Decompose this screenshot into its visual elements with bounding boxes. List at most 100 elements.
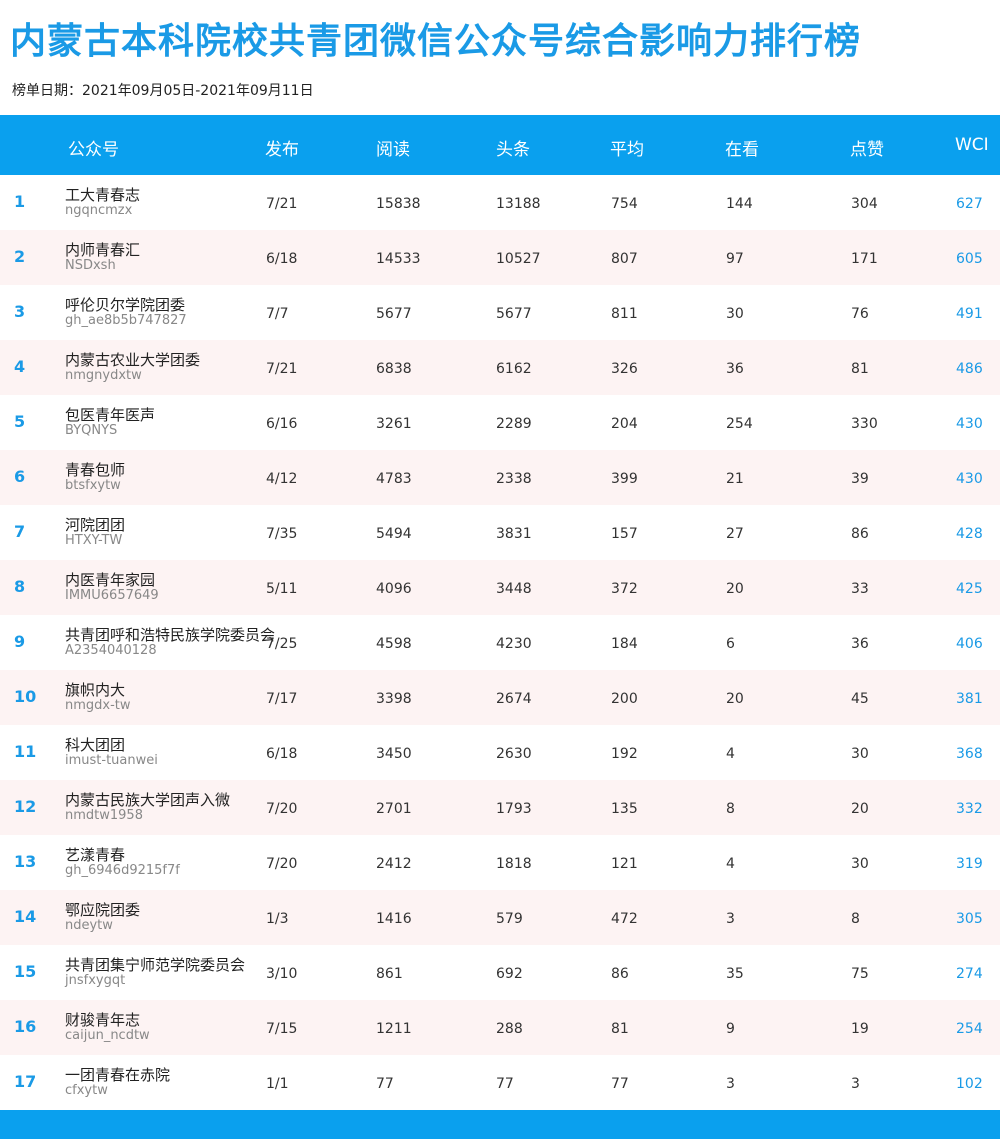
table-body: 1 工大青春志 ngqncmzx 7/21 15838 13188 754 144 304 627… xyxy=(0,175,1000,1110)
rank-number: 11 xyxy=(14,742,37,761)
read-count: 1416 xyxy=(376,911,412,927)
rank-number: 5 xyxy=(14,412,26,431)
table-row: 3 呼伦贝尔学院团委 gh_ae8b5b747827 7/7 5677 5677 811 30… xyxy=(0,285,1000,340)
rank-number: 16 xyxy=(14,1017,37,1036)
account-id: nmgnydxtw xyxy=(65,368,142,383)
headline-read-count: 2338 xyxy=(496,471,532,487)
table-row: 2 内师青春汇 NSDxsh 6/18 14533 10527 807 97 171 605 xyxy=(0,230,1000,285)
publish-count: 7/20 xyxy=(266,856,298,872)
average-read-count: 192 xyxy=(611,746,638,762)
footer-bar xyxy=(0,1110,1000,1139)
table-row: 17 一团青春在赤院 cfxytw 1/1 77 77 77 3 3 102 xyxy=(0,1055,1000,1110)
wci-score: 428 xyxy=(956,526,983,542)
col-header-publish: 发布 xyxy=(265,140,299,160)
wci-score: 332 xyxy=(956,801,983,817)
publish-count: 1/1 xyxy=(266,1076,289,1092)
watching-count: 8 xyxy=(726,801,735,817)
average-read-count: 184 xyxy=(611,636,638,652)
rank-number: 2 xyxy=(14,247,26,266)
watching-count: 27 xyxy=(726,526,744,542)
rank-number: 14 xyxy=(14,907,37,926)
wci-score: 605 xyxy=(956,251,983,267)
headline-read-count: 5677 xyxy=(496,306,532,322)
headline-read-count: 2674 xyxy=(496,691,532,707)
account-name: 旗帜内大 xyxy=(65,681,126,699)
wci-score: 627 xyxy=(956,196,983,212)
account-id: ngqncmzx xyxy=(65,203,133,218)
read-count: 3450 xyxy=(376,746,412,762)
like-count: 81 xyxy=(851,361,869,377)
table-row: 1 工大青春志 ngqncmzx 7/21 15838 13188 754 144 304 627 xyxy=(0,175,1000,230)
like-count: 30 xyxy=(851,856,869,872)
account-id: A2354040128 xyxy=(65,643,157,658)
like-count: 36 xyxy=(851,636,869,652)
read-count: 14533 xyxy=(376,251,421,267)
table-row: 9 共青团呼和浩特民族学院委员会 A2354040128 7/25 4598 4230 18… xyxy=(0,615,1000,670)
rank-number: 9 xyxy=(14,632,26,651)
watching-count: 3 xyxy=(726,1076,735,1092)
headline-read-count: 3831 xyxy=(496,526,532,542)
col-header-watching: 在看 xyxy=(725,140,759,160)
watching-count: 20 xyxy=(726,691,744,707)
headline-read-count: 1793 xyxy=(496,801,532,817)
average-read-count: 807 xyxy=(611,251,638,267)
account-name: 鄂应院团委 xyxy=(65,901,141,919)
watching-count: 35 xyxy=(726,966,744,982)
account-name: 青春包师 xyxy=(65,461,126,479)
average-read-count: 472 xyxy=(611,911,638,927)
account-name: 包医青年医声 xyxy=(65,406,156,424)
like-count: 19 xyxy=(851,1021,869,1037)
read-count: 4783 xyxy=(376,471,412,487)
account-name: 科大团团 xyxy=(65,736,126,754)
like-count: 171 xyxy=(851,251,878,267)
account-name: 内师青春汇 xyxy=(65,241,141,259)
rank-number: 10 xyxy=(14,687,37,706)
wci-score: 274 xyxy=(956,966,983,982)
table-row: 12 内蒙古民族大学团声入微 nmdtw1958 7/20 2701 1793 135 8 20… xyxy=(0,780,1000,835)
account-id: gh_ae8b5b747827 xyxy=(65,313,187,328)
account-id: gh_6946d9215f7f xyxy=(65,863,180,878)
like-count: 75 xyxy=(851,966,869,982)
rank-number: 7 xyxy=(14,522,26,541)
like-count: 45 xyxy=(851,691,869,707)
wci-score: 430 xyxy=(956,416,983,432)
wci-score: 102 xyxy=(956,1076,983,1092)
date-range: 榜单日期：2021年09月05日-2021年09月11日 xyxy=(12,83,314,99)
account-id: ndeytw xyxy=(65,918,113,933)
watching-count: 30 xyxy=(726,306,744,322)
account-name: 共青团集宁师范学院委员会 xyxy=(65,956,246,974)
read-count: 3261 xyxy=(376,416,412,432)
headline-read-count: 3448 xyxy=(496,581,532,597)
account-id: HTXY-TW xyxy=(65,533,123,548)
account-name: 共青团呼和浩特民族学院委员会 xyxy=(65,626,276,644)
account-id: caijun_ncdtw xyxy=(65,1028,150,1043)
ranking-table: 公众号 发布 阅读 头条 平均 在看 点赞 WCI 1 工大青春志 ngqncmzx… xyxy=(0,115,1000,1110)
publish-count: 7/21 xyxy=(266,361,298,377)
watching-count: 144 xyxy=(726,196,753,212)
like-count: 76 xyxy=(851,306,869,322)
read-count: 2701 xyxy=(376,801,412,817)
wci-score: 486 xyxy=(956,361,983,377)
headline-read-count: 2630 xyxy=(496,746,532,762)
like-count: 20 xyxy=(851,801,869,817)
wci-score: 430 xyxy=(956,471,983,487)
average-read-count: 326 xyxy=(611,361,638,377)
wci-score: 319 xyxy=(956,856,983,872)
publish-count: 5/11 xyxy=(266,581,298,597)
account-name: 一团青春在赤院 xyxy=(65,1066,171,1084)
watching-count: 97 xyxy=(726,251,744,267)
table-row: 14 鄂应院团委 ndeytw 1/3 1416 579 472 3 8 305 xyxy=(0,890,1000,945)
rank-number: 4 xyxy=(14,357,26,376)
watching-count: 6 xyxy=(726,636,735,652)
like-count: 3 xyxy=(851,1076,860,1092)
like-count: 86 xyxy=(851,526,869,542)
col-header-headline: 头条 xyxy=(496,140,530,160)
publish-count: 7/35 xyxy=(266,526,298,542)
read-count: 15838 xyxy=(376,196,421,212)
like-count: 33 xyxy=(851,581,869,597)
watching-count: 3 xyxy=(726,911,735,927)
account-id: NSDxsh xyxy=(65,258,116,273)
publish-count: 3/10 xyxy=(266,966,298,982)
average-read-count: 86 xyxy=(611,966,629,982)
account-name: 内蒙古农业大学团委 xyxy=(65,351,201,369)
